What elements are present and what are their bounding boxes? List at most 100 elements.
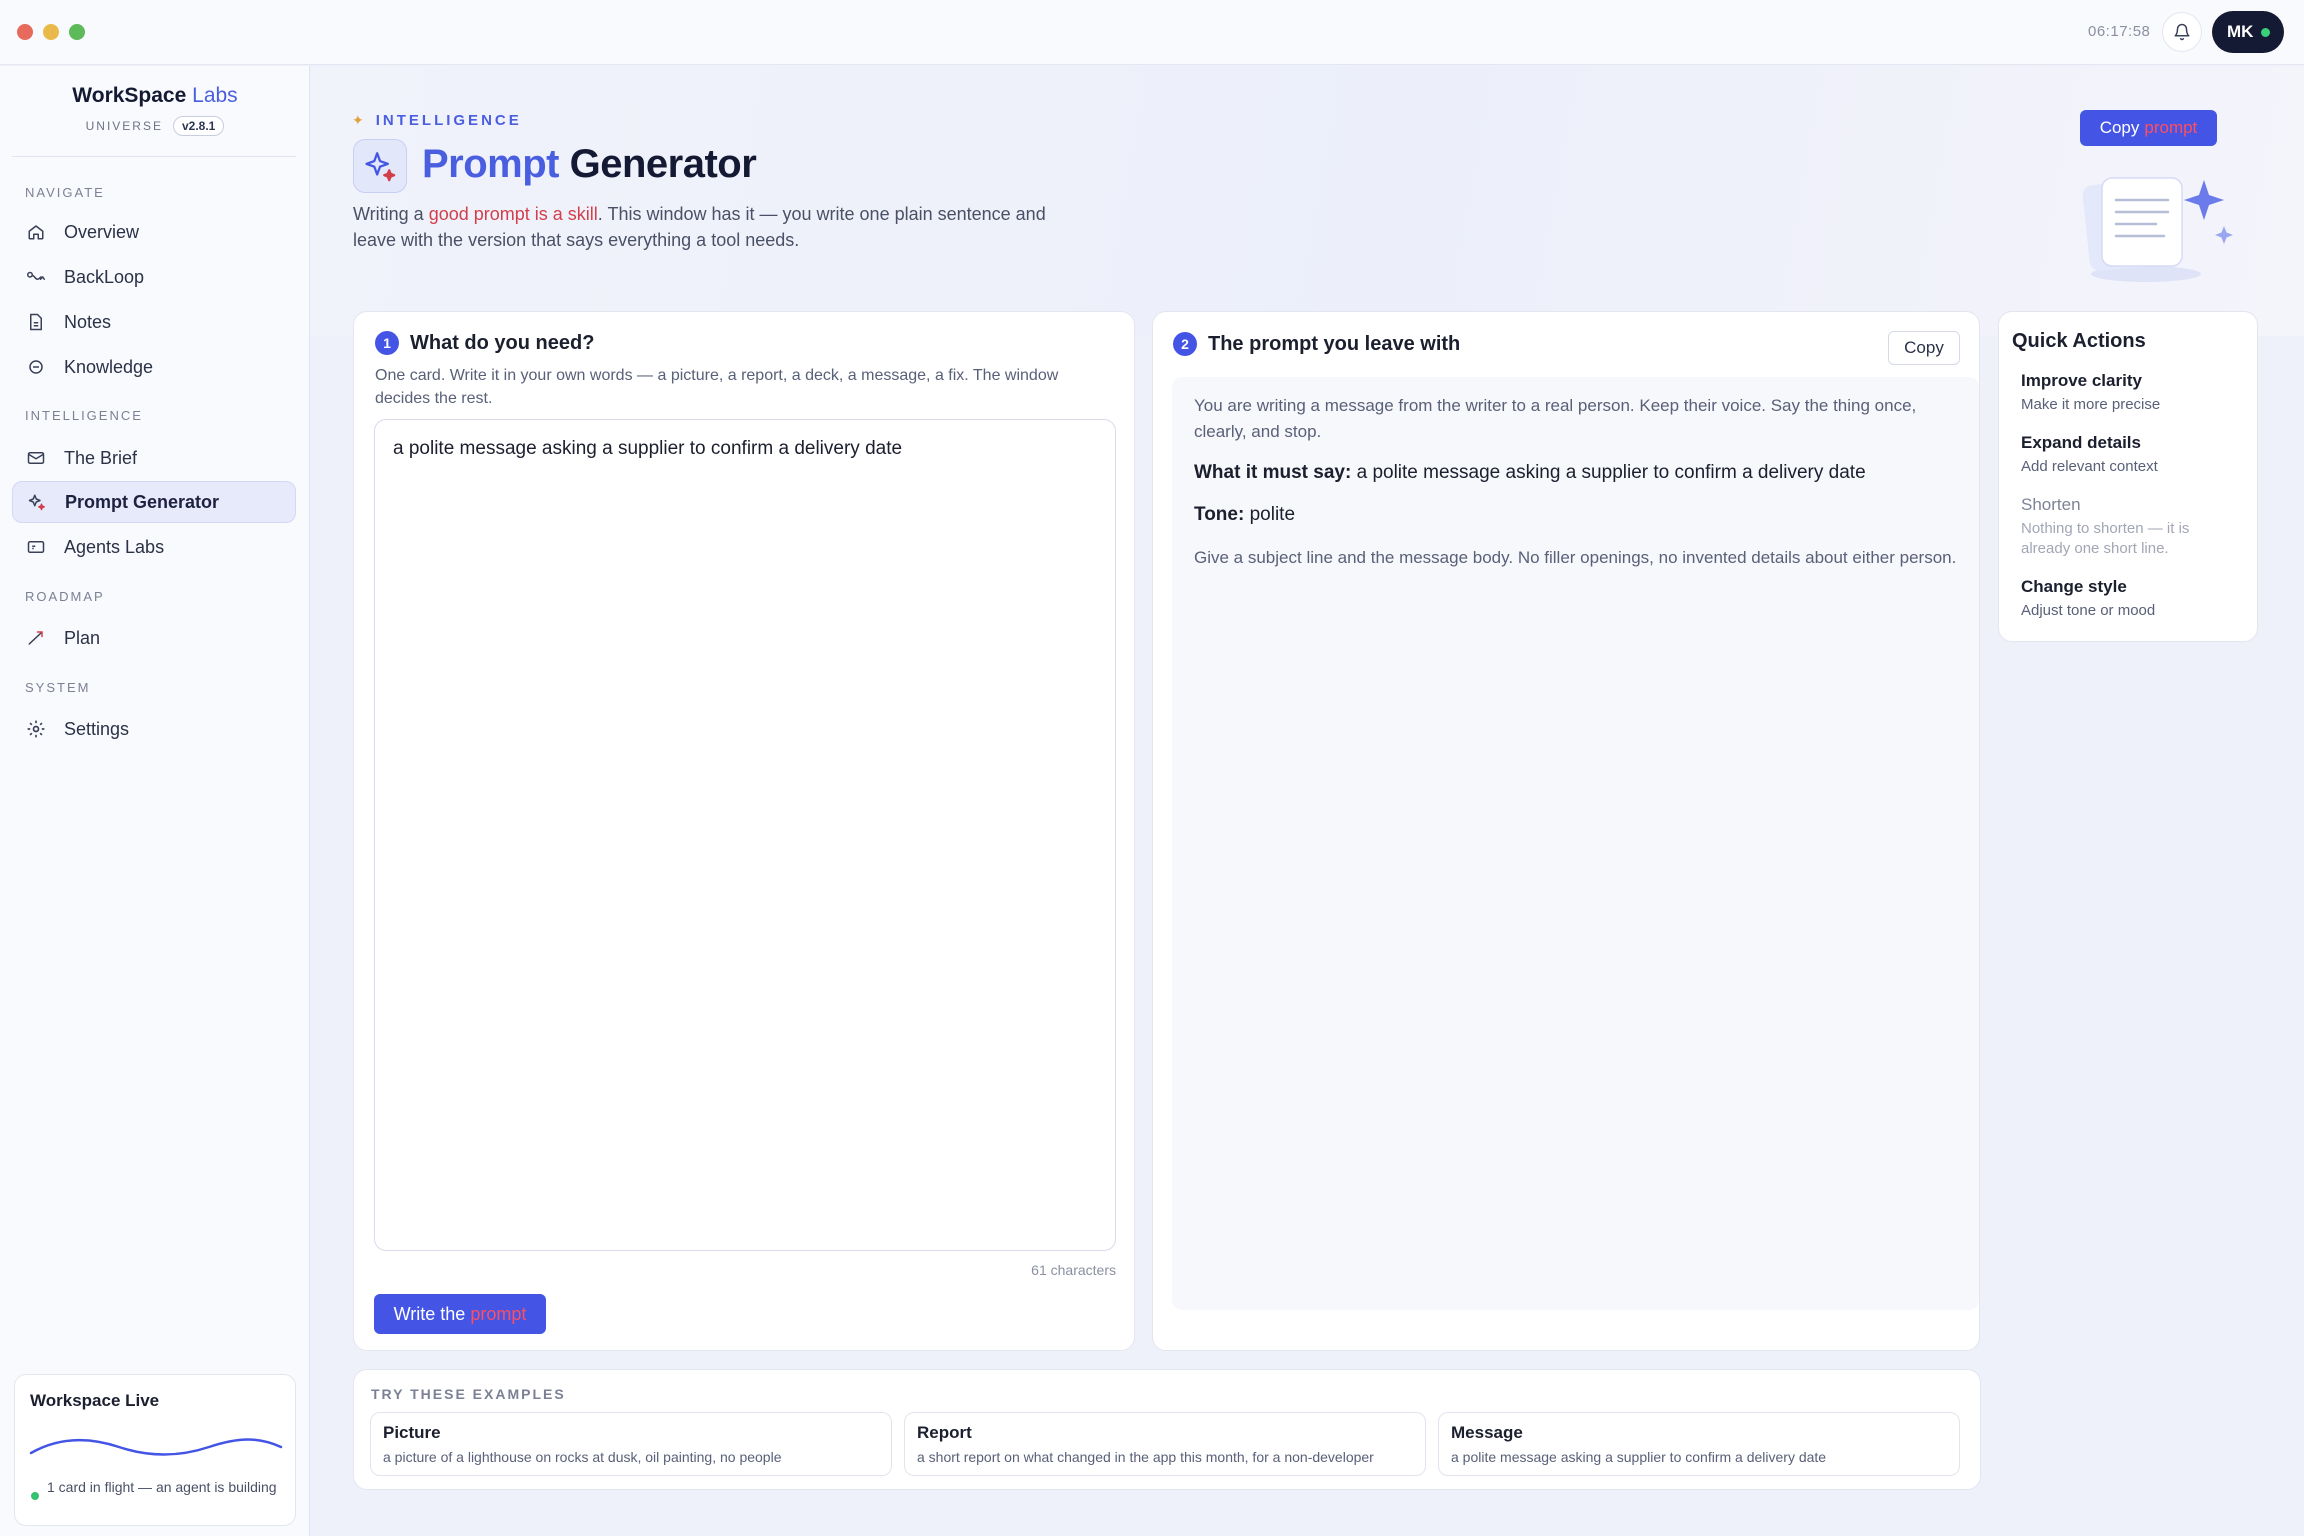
examples-panel: TRY THESE EXAMPLES Picture a picture of … [353, 1369, 1981, 1490]
sidebar-item-settings[interactable]: Settings [12, 708, 296, 750]
prompt-generator-icon [353, 139, 407, 193]
quick-action-improve-clarity[interactable]: Improve clarity Make it more precise [2021, 371, 2241, 415]
sparkle-icon: ✦ [352, 112, 364, 128]
write-prompt-label-highlight: prompt [470, 1303, 527, 1324]
quick-action-hint: Adjust tone or mood [2021, 602, 2156, 619]
sidebar-item-label: The Brief [64, 447, 138, 468]
page-description-start: Writing a [353, 204, 429, 224]
generated-prompt[interactable]: You are writing a message from the write… [1172, 377, 1979, 1310]
copy-output-button[interactable]: Copy [1888, 331, 1960, 365]
quick-action-hint: Add relevant context [2021, 458, 2158, 475]
sidebar-item-overview[interactable]: Overview [12, 211, 296, 253]
page-description-highlight: good prompt is a skill [428, 204, 598, 224]
request-input[interactable]: a polite message asking a supplier to co… [374, 419, 1116, 1251]
sidebar-item-label: Knowledge [64, 356, 154, 377]
write-prompt-button[interactable]: Write the prompt [374, 1294, 546, 1334]
quick-action-change-style[interactable]: Change style Adjust tone or mood [2021, 577, 2241, 621]
copy-prompt-button[interactable]: Copy prompt [2080, 110, 2217, 146]
quick-action-shorten: Shorten Nothing to shorten — it is alrea… [2021, 495, 2231, 559]
user-avatar[interactable]: MK [2212, 11, 2284, 53]
sidebar-divider [12, 156, 296, 157]
user-initials: MK [2227, 22, 2254, 41]
sidebar-item-label: Notes [64, 311, 112, 332]
quick-actions-title: Quick Actions [2012, 330, 2146, 352]
copy-prompt-label: Copy [2099, 118, 2140, 137]
example-text: a picture of a lighthouse on rocks at du… [383, 1449, 782, 1465]
quick-action-expand-details[interactable]: Expand details Add relevant context [2021, 433, 2241, 477]
workspace-live-card[interactable]: Workspace Live 1 card in flight — an age… [14, 1374, 296, 1526]
sidebar-item-label: Overview [64, 221, 140, 242]
sparkle-icon [27, 492, 47, 512]
example-message[interactable]: Message a polite message asking a suppli… [1438, 1412, 1960, 1476]
prompt-must-say: What it must say: a polite message askin… [1194, 459, 1957, 487]
mail-icon [26, 448, 46, 468]
maximize-window-button[interactable] [69, 24, 85, 40]
clock: 06:17:58 [2088, 23, 2151, 40]
sidebar-item-label: Prompt Generator [65, 491, 220, 512]
title-bar: 06:17:58 MK [0, 0, 2304, 65]
example-name: Picture [383, 1423, 441, 1442]
section-system: SYSTEM [25, 680, 91, 695]
brand: WorkSpace Labs UNIVERSE v2.8.1 [0, 84, 310, 136]
tone-label: Tone: [1194, 504, 1245, 525]
section-intelligence: INTELLIGENCE [25, 408, 143, 423]
version-badge: v2.8.1 [172, 116, 225, 136]
section-navigate: NAVIGATE [25, 185, 105, 200]
character-count: 61 characters [1031, 1262, 1116, 1278]
sidebar-item-notes[interactable]: Notes [12, 301, 296, 343]
input-card: 1 What do you need? One card. Write it i… [353, 311, 1135, 1351]
quick-actions-panel: Quick Actions Improve clarity Make it mo… [1998, 311, 2258, 642]
quick-action-hint: Nothing to shorten — it is already one s… [2021, 520, 2190, 557]
sidebar-item-agents-labs[interactable]: Agents Labs [12, 526, 296, 568]
brand-subtitle: UNIVERSE [85, 119, 163, 133]
sidebar-item-plan[interactable]: Plan [12, 617, 296, 659]
agent-icon [26, 537, 46, 557]
workspace-live-status: 1 card in flight — an agent is building [47, 1479, 277, 1495]
note-icon [26, 312, 46, 332]
sidebar-item-label: Plan [64, 627, 101, 648]
trend-icon [26, 628, 46, 648]
example-report[interactable]: Report a short report on what changed in… [904, 1412, 1426, 1476]
write-prompt-label: Write the [393, 1303, 466, 1324]
sidebar-item-prompt-generator[interactable]: Prompt Generator [12, 481, 296, 523]
prompt-closing: Give a subject line and the message body… [1194, 548, 1957, 567]
input-card-title: What do you need? [410, 332, 595, 354]
example-name: Report [917, 1423, 972, 1442]
example-text: a polite message asking a supplier to co… [1451, 1449, 1827, 1465]
loop-icon [26, 267, 46, 287]
section-roadmap: ROADMAP [25, 589, 105, 604]
online-status-dot [2261, 28, 2270, 37]
output-card: 2 The prompt you leave with Copy You are… [1152, 311, 1980, 1351]
sidebar-item-label: Settings [64, 718, 130, 739]
copy-prompt-label-highlight: prompt [2144, 118, 2198, 137]
quick-action-label: Shorten [2021, 495, 2081, 514]
sidebar-item-backloop[interactable]: BackLoop [12, 256, 296, 298]
step-number: 2 [1173, 332, 1197, 356]
quick-action-label: Expand details [2021, 433, 2141, 452]
brand-name-accent: Labs [192, 84, 238, 107]
prompt-tone: Tone: polite [1194, 501, 1957, 529]
workspace-live-title: Workspace Live [30, 1391, 160, 1410]
examples-heading: TRY THESE EXAMPLES [371, 1386, 566, 1402]
must-say-label: What it must say: [1194, 462, 1352, 483]
output-card-title: The prompt you leave with [1208, 333, 1461, 355]
minimize-window-button[interactable] [43, 24, 59, 40]
sidebar-item-the-brief[interactable]: The Brief [12, 437, 296, 479]
knowledge-icon [26, 357, 46, 377]
quick-action-hint: Make it more precise [2021, 396, 2161, 413]
example-text: a short report on what changed in the ap… [917, 1449, 1374, 1465]
brand-name: WorkSpace Labs [0, 84, 310, 108]
sidebar-item-knowledge[interactable]: Knowledge [12, 346, 296, 388]
notifications-button[interactable] [2162, 12, 2202, 52]
must-say-value: a polite message asking a supplier to co… [1356, 462, 1866, 483]
step-number: 1 [375, 331, 399, 355]
close-window-button[interactable] [17, 24, 33, 40]
sidebar: WorkSpace Labs UNIVERSE v2.8.1 NAVIGATE … [0, 66, 310, 1536]
window-controls [17, 24, 85, 40]
page-title-accent: Prompt [422, 142, 560, 186]
page-eyebrow: ✦ INTELLIGENCE [352, 112, 522, 129]
prompt-intro: You are writing a message from the write… [1194, 396, 1917, 441]
input-card-description: One card. Write it in your own words — a… [375, 367, 1059, 407]
example-picture[interactable]: Picture a picture of a lighthouse on roc… [370, 1412, 892, 1476]
quick-action-label: Improve clarity [2021, 371, 2142, 390]
